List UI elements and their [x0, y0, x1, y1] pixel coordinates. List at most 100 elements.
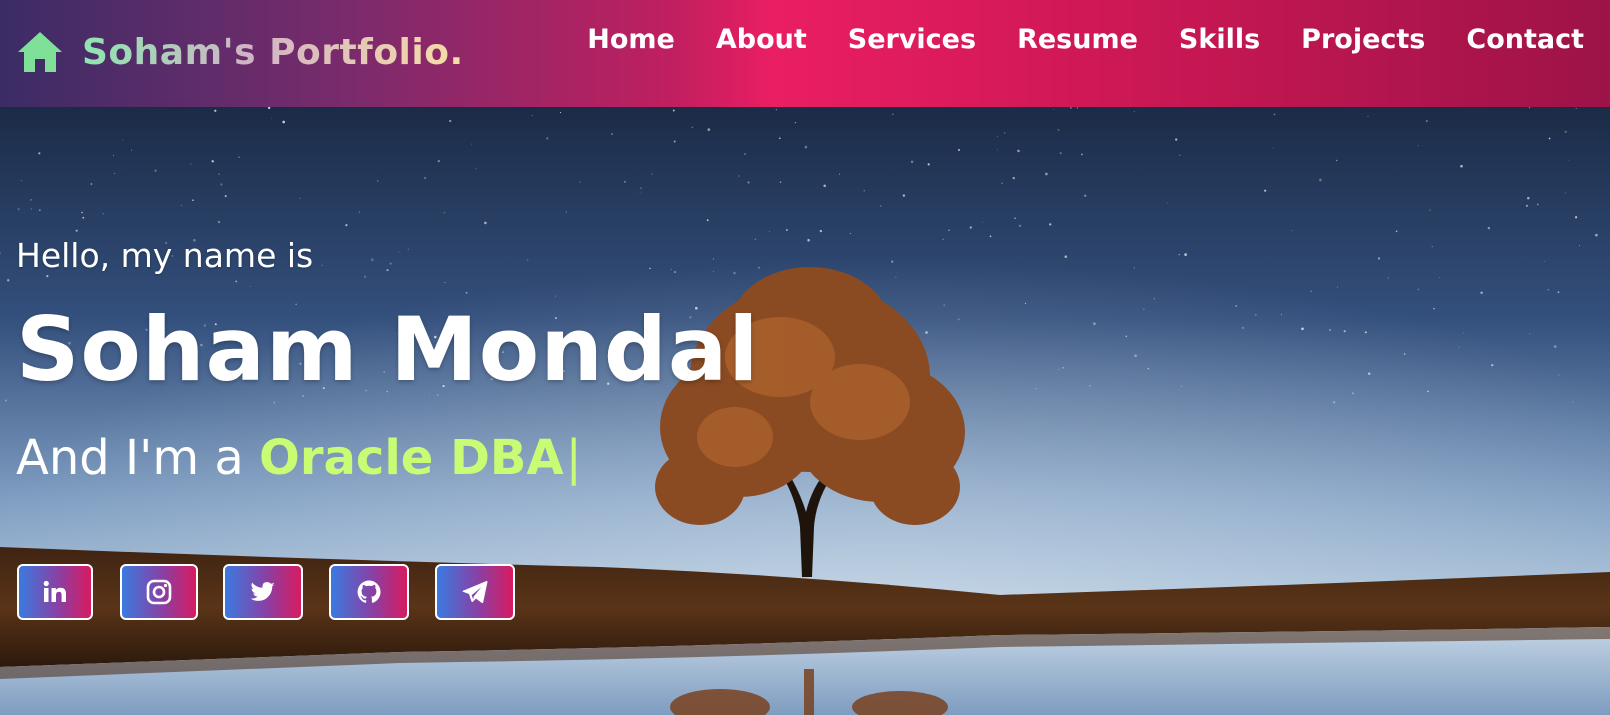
star: [1439, 277, 1441, 278]
star: [1255, 314, 1257, 316]
star: [1335, 159, 1338, 162]
star: [996, 149, 998, 151]
nav-home[interactable]: Home: [587, 24, 675, 55]
star: [224, 195, 227, 198]
star: [299, 197, 301, 199]
star: [1352, 392, 1354, 395]
star: [1579, 245, 1581, 247]
star: [1427, 390, 1429, 393]
star: [1018, 224, 1022, 228]
star: [1281, 314, 1282, 316]
star: [769, 230, 771, 232]
github-button[interactable]: [329, 564, 409, 620]
star: [1333, 401, 1336, 404]
star: [1480, 291, 1483, 294]
star: [1433, 307, 1435, 310]
telegram-icon: [462, 580, 488, 604]
star: [1536, 203, 1539, 206]
star: [29, 198, 33, 201]
star: [1417, 145, 1419, 147]
star: [1064, 255, 1068, 259]
star: [804, 145, 808, 149]
twitter-button[interactable]: [223, 564, 303, 620]
star: [7, 279, 10, 282]
star: [1431, 245, 1434, 248]
star: [1425, 120, 1428, 123]
star: [90, 183, 93, 185]
top-navbar: Soham's Portfolio. Home About Services R…: [0, 0, 1610, 107]
linkedin-button[interactable]: [17, 564, 93, 620]
star: [1180, 386, 1182, 387]
star: [376, 180, 379, 182]
star: [807, 238, 810, 242]
star: [122, 139, 124, 141]
star: [1463, 332, 1465, 334]
star: [102, 213, 104, 215]
star: [1547, 289, 1550, 291]
star: [1017, 149, 1020, 153]
star: [778, 137, 781, 140]
star: [1574, 216, 1578, 219]
star: [706, 219, 709, 222]
star: [927, 163, 930, 166]
star: [1003, 132, 1006, 134]
star: [130, 149, 133, 151]
nav-skills[interactable]: Skills: [1179, 24, 1260, 55]
brand-title: Soham's Portfolio.: [82, 31, 464, 73]
star: [1491, 363, 1494, 367]
star: [989, 235, 992, 238]
star: [211, 160, 214, 163]
star: [1458, 346, 1460, 348]
star: [775, 109, 777, 111]
star: [1329, 329, 1331, 331]
nav-services[interactable]: Services: [848, 24, 976, 55]
github-icon: [357, 580, 381, 603]
star: [1001, 182, 1003, 185]
star: [1133, 110, 1135, 112]
nav-contact[interactable]: Contact: [1466, 24, 1584, 55]
star: [475, 168, 477, 170]
star: [819, 229, 823, 233]
star: [1012, 176, 1015, 180]
star: [1527, 196, 1530, 200]
star: [1564, 192, 1567, 194]
nav-about[interactable]: About: [716, 24, 807, 55]
star: [30, 208, 33, 210]
star: [1487, 226, 1491, 230]
star: [1319, 178, 1322, 182]
star: [942, 238, 944, 240]
star: [546, 137, 549, 140]
star: [895, 276, 897, 278]
star: [190, 163, 192, 165]
star: [902, 194, 906, 197]
star: [624, 181, 626, 183]
star: [1525, 204, 1528, 207]
star: [1544, 260, 1546, 262]
star: [1057, 129, 1060, 131]
star: [180, 204, 182, 206]
star: [744, 153, 746, 155]
nav-projects[interactable]: Projects: [1301, 24, 1425, 55]
nav-resume[interactable]: Resume: [1017, 24, 1138, 55]
star: [1057, 368, 1060, 370]
instagram-button[interactable]: [120, 564, 198, 620]
star: [1143, 308, 1145, 310]
brand-logo[interactable]: Soham's Portfolio.: [16, 28, 464, 76]
star: [1337, 286, 1339, 288]
star: [892, 113, 894, 115]
instagram-icon: [146, 579, 172, 605]
star: [113, 154, 114, 156]
star: [192, 199, 194, 202]
star: [1076, 107, 1078, 109]
star: [358, 211, 360, 213]
star: [786, 229, 788, 231]
star: [794, 121, 797, 124]
star: [38, 152, 41, 155]
star: [217, 220, 221, 224]
telegram-button[interactable]: [435, 564, 515, 620]
star: [1147, 367, 1150, 370]
star: [849, 232, 851, 235]
star: [345, 224, 348, 227]
star: [531, 114, 533, 116]
star: [891, 260, 894, 263]
